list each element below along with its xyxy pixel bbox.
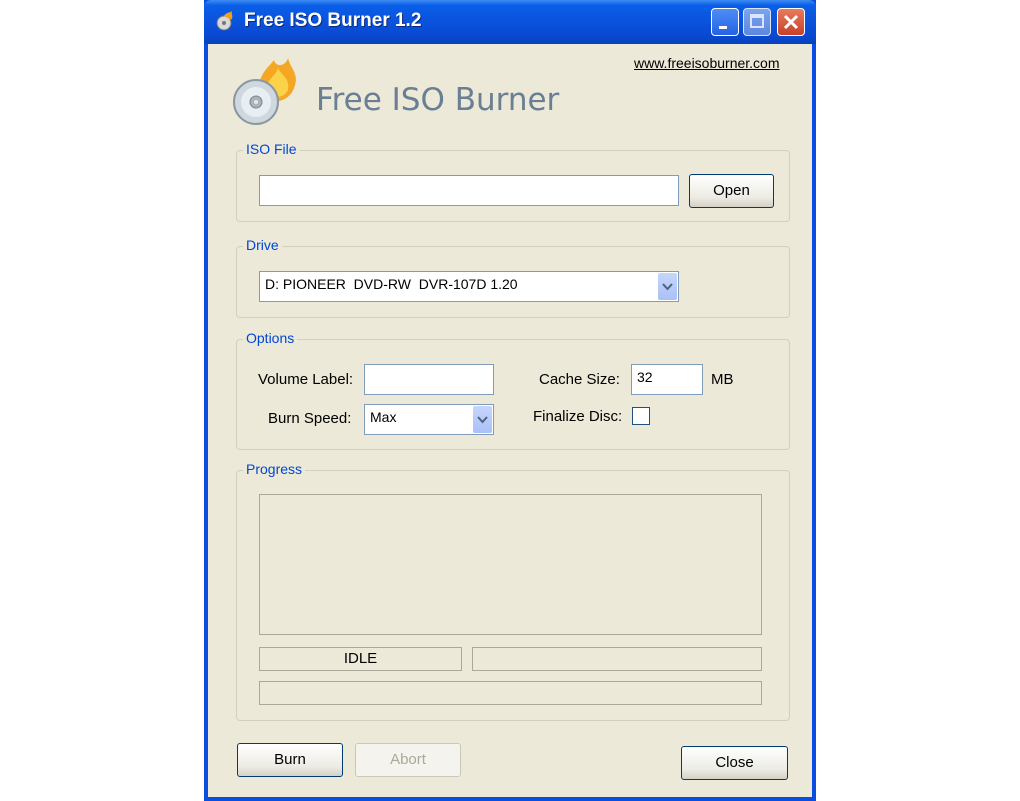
status-text-panel: IDLE <box>259 647 462 671</box>
finalize-disc-checkbox[interactable] <box>632 407 650 425</box>
minimize-icon <box>719 26 727 29</box>
burn-button[interactable]: Burn <box>237 743 343 777</box>
open-button[interactable]: Open <box>689 174 774 208</box>
iso-path-input[interactable] <box>259 175 679 206</box>
title-bar[interactable]: Free ISO Burner 1.2 <box>204 0 816 44</box>
drive-group: Drive D: PIONEER DVD-RW DVR-107D 1.20 <box>236 237 790 318</box>
minimize-button[interactable] <box>711 8 739 36</box>
progress-bar <box>259 681 762 705</box>
maximize-button[interactable] <box>743 8 771 36</box>
cache-size-unit: MB <box>711 371 734 388</box>
abort-button[interactable]: Abort <box>355 743 461 777</box>
drive-select[interactable]: D: PIONEER DVD-RW DVR-107D 1.20 <box>259 271 679 302</box>
app-flame-disc-icon <box>216 11 233 31</box>
close-window-button[interactable] <box>777 8 805 36</box>
cache-size-input[interactable]: 32 <box>631 364 703 395</box>
close-icon <box>783 14 799 30</box>
chevron-down-icon <box>477 416 488 424</box>
chevron-down-icon <box>662 283 673 291</box>
burn-speed-select[interactable]: Max <box>364 404 494 435</box>
burn-speed-dropdown-button[interactable] <box>473 406 492 433</box>
website-link[interactable]: www.freeisoburner.com <box>634 55 780 71</box>
iso-file-group-title: ISO File <box>243 141 300 157</box>
drive-select-value: D: PIONEER DVD-RW DVR-107D 1.20 <box>265 276 518 292</box>
options-group: Options Volume Label: Burn Speed: Max Ca… <box>236 330 790 450</box>
status-text: IDLE <box>343 650 378 667</box>
iso-file-group: ISO File Open <box>236 141 790 222</box>
options-group-title: Options <box>243 330 298 346</box>
cache-size-label: Cache Size: <box>539 371 620 388</box>
dialog-body: www.freeisoburner.com Free ISO Burner IS… <box>208 44 812 797</box>
burn-speed-value: Max <box>370 409 397 425</box>
volume-label-input[interactable] <box>364 364 494 395</box>
progress-group-title: Progress <box>243 461 306 477</box>
drive-group-title: Drive <box>243 237 282 253</box>
window-title: Free ISO Burner 1.2 <box>244 10 422 31</box>
close-button[interactable]: Close <box>681 746 788 780</box>
app-window: Free ISO Burner 1.2 www.freeisoburner.co… <box>204 0 816 801</box>
drive-dropdown-button[interactable] <box>658 273 677 300</box>
app-name-heading: Free ISO Burner <box>316 82 560 118</box>
volume-label-label: Volume Label: <box>258 371 354 388</box>
burn-speed-label: Burn Speed: <box>268 410 352 427</box>
status-detail-panel <box>472 647 762 671</box>
finalize-disc-label: Finalize Disc: <box>533 408 623 425</box>
maximize-icon <box>750 14 764 28</box>
progress-log-area <box>259 494 762 635</box>
burning-disc-logo-icon <box>233 58 296 125</box>
progress-group: Progress IDLE <box>236 461 790 721</box>
